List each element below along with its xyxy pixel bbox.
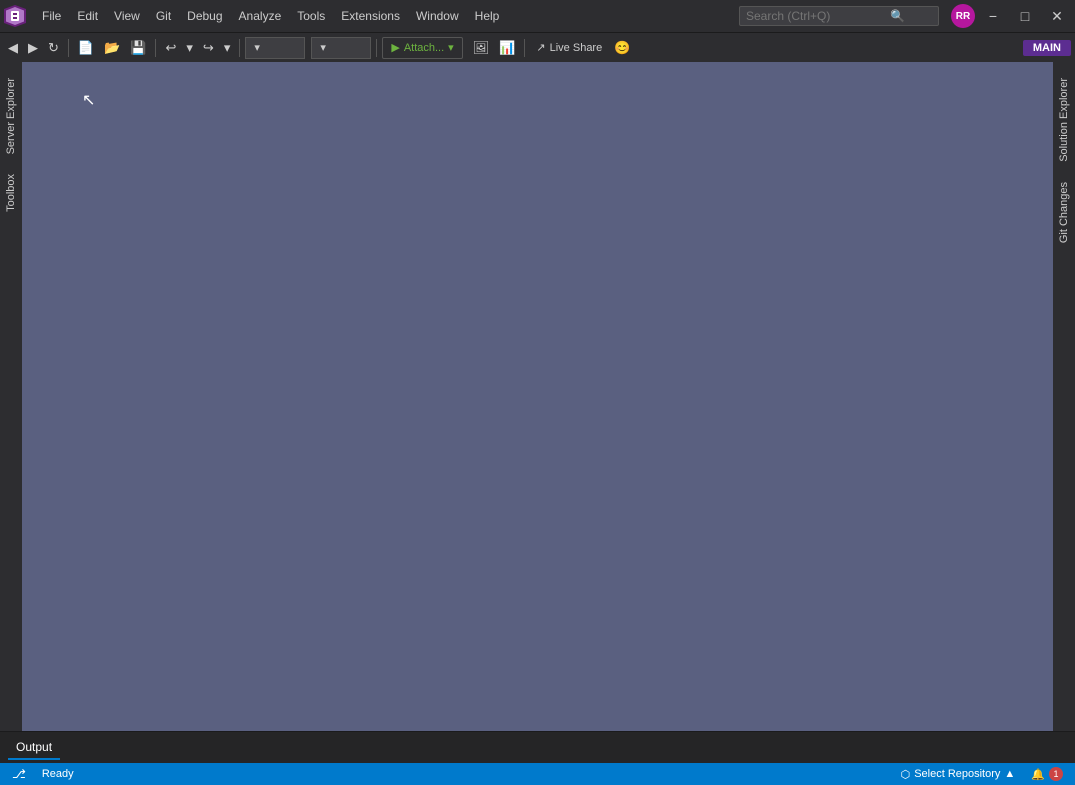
menu-analyze[interactable]: Analyze xyxy=(231,5,290,27)
share-icon: ↗ xyxy=(536,41,545,54)
menu-file[interactable]: File xyxy=(34,5,69,27)
bell-icon: 🔔 xyxy=(1031,768,1045,781)
separator-1 xyxy=(68,39,69,57)
live-share-label: Live Share xyxy=(550,42,603,54)
repository-chevron-icon: ▲ xyxy=(1004,768,1015,780)
title-actions: RR − □ ✕ xyxy=(951,2,1071,30)
status-ready[interactable]: Ready xyxy=(38,763,78,785)
menu-extensions[interactable]: Extensions xyxy=(333,5,408,27)
forward-button[interactable]: ▶ xyxy=(24,37,42,59)
new-file-button[interactable]: 📄 xyxy=(74,37,98,59)
notification-count: 1 xyxy=(1049,767,1063,781)
separator-3 xyxy=(239,39,240,57)
left-sidebar: Server Explorer Toolbox xyxy=(0,62,22,731)
redo-button[interactable]: ↪ xyxy=(199,37,218,59)
cursor-indicator: ↖ xyxy=(82,90,95,110)
status-notifications[interactable]: 🔔 1 xyxy=(1027,763,1067,785)
output-panel: Output xyxy=(0,731,1075,763)
close-button[interactable]: ✕ xyxy=(1043,2,1071,30)
menu-tools[interactable]: Tools xyxy=(289,5,333,27)
app-logo xyxy=(4,5,26,27)
search-icon: 🔍 xyxy=(890,9,905,23)
attach-dropdown-icon: ▾ xyxy=(448,41,454,54)
status-git[interactable]: ⎇ xyxy=(8,763,30,785)
target-dropdown-2[interactable]: ▾ xyxy=(311,37,371,59)
repository-label: Select Repository xyxy=(914,768,1000,780)
right-sidebar: Solution Explorer Git Changes xyxy=(1053,62,1075,731)
search-box[interactable]: 🔍 xyxy=(739,6,939,26)
search-input[interactable] xyxy=(746,9,886,23)
attach-button[interactable]: ▶ Attach... ▾ xyxy=(382,37,462,59)
sidebar-item-server-explorer[interactable]: Server Explorer xyxy=(1,70,21,162)
output-tab[interactable]: Output xyxy=(8,736,60,760)
chevron-down-icon-1: ▾ xyxy=(254,41,260,54)
live-share-button[interactable]: ↗ Live Share xyxy=(530,39,608,56)
separator-5 xyxy=(524,39,525,57)
refresh-button[interactable]: ↻ xyxy=(44,37,63,59)
feedback-button[interactable]: 😊 xyxy=(610,37,634,59)
menu-help[interactable]: Help xyxy=(467,5,508,27)
undo-button[interactable]: ↩ xyxy=(161,37,180,59)
sidebar-item-git-changes[interactable]: Git Changes xyxy=(1054,174,1074,251)
undo-dropdown[interactable]: ▾ xyxy=(182,37,197,59)
performance-button[interactable]: 📊 xyxy=(495,37,519,59)
menu-window[interactable]: Window xyxy=(408,5,467,27)
save-all-button[interactable]: 💾 xyxy=(126,37,150,59)
toolbar: ◀ ▶ ↻ 📄 📂 💾 ↩ ▾ ↪ ▾ ▾ ▾ ▶ Attach... ▾ 🖼 … xyxy=(0,32,1075,62)
title-bar: File Edit View Git Debug Analyze Tools E… xyxy=(0,0,1075,32)
main-content: Server Explorer Toolbox ↖ Solution Explo… xyxy=(0,62,1075,731)
screenshot-button[interactable]: 🖼 xyxy=(469,37,494,59)
status-bar: ⎇ Ready ⬡ Select Repository ▲ 🔔 1 xyxy=(0,763,1075,785)
repository-icon: ⬡ xyxy=(901,768,911,781)
editor-area: ↖ xyxy=(22,62,1053,731)
attach-label: Attach... xyxy=(404,42,444,54)
minimize-button[interactable]: − xyxy=(979,2,1007,30)
main-badge: MAIN xyxy=(1023,40,1071,56)
back-button[interactable]: ◀ xyxy=(4,37,22,59)
ready-label: Ready xyxy=(42,768,74,780)
git-icon: ⎇ xyxy=(12,767,26,781)
menu-bar: File Edit View Git Debug Analyze Tools E… xyxy=(34,5,727,27)
restore-button[interactable]: □ xyxy=(1011,2,1039,30)
chevron-down-icon-2: ▾ xyxy=(320,41,326,54)
sidebar-item-solution-explorer[interactable]: Solution Explorer xyxy=(1054,70,1074,170)
status-select-repository[interactable]: ⬡ Select Repository ▲ xyxy=(897,763,1020,785)
separator-2 xyxy=(155,39,156,57)
play-icon: ▶ xyxy=(391,41,399,54)
user-avatar[interactable]: RR xyxy=(951,4,975,28)
target-dropdown-1[interactable]: ▾ xyxy=(245,37,305,59)
menu-git[interactable]: Git xyxy=(148,5,179,27)
separator-4 xyxy=(376,39,377,57)
redo-dropdown[interactable]: ▾ xyxy=(220,37,235,59)
menu-view[interactable]: View xyxy=(106,5,148,27)
open-file-button[interactable]: 📂 xyxy=(100,37,124,59)
sidebar-item-toolbox[interactable]: Toolbox xyxy=(1,166,21,220)
menu-debug[interactable]: Debug xyxy=(179,5,230,27)
menu-edit[interactable]: Edit xyxy=(69,5,106,27)
